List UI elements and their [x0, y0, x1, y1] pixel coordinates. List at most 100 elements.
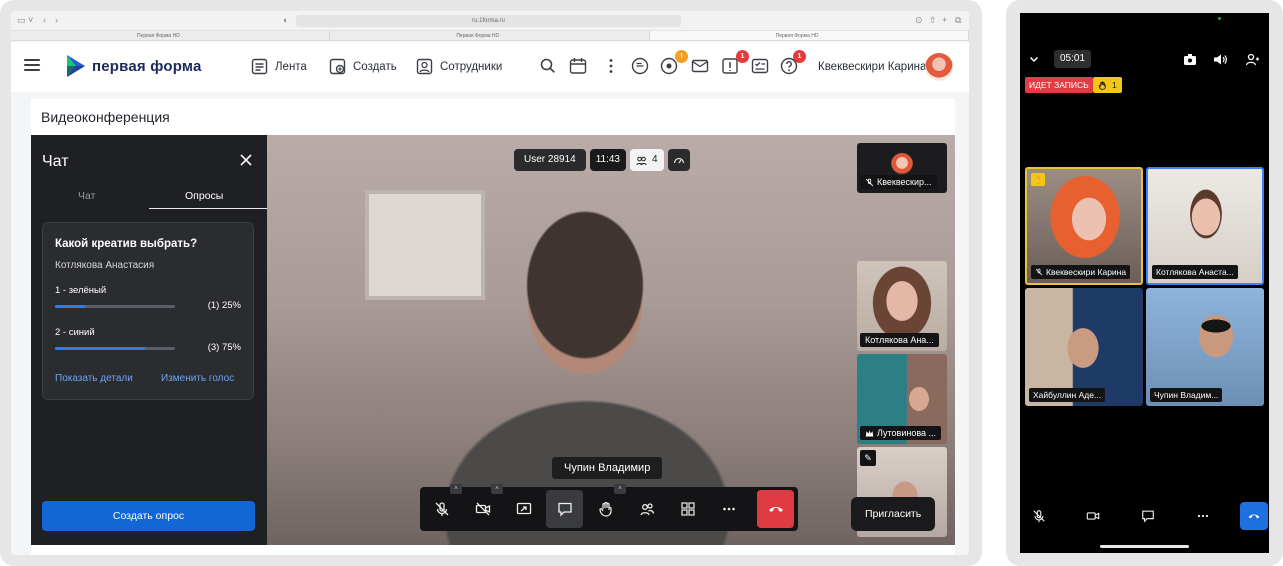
participants-icon: [636, 156, 647, 165]
poll-card: Какой креатив выбрать? Котлякова Анастас…: [42, 222, 254, 400]
call-toolbar: ˄ ˄ ˄: [420, 484, 798, 531]
mute-button[interactable]: [1025, 502, 1053, 530]
privacy-icon: ◐: [283, 15, 289, 25]
chat-icon[interactable]: [630, 56, 650, 76]
poll-option-fill: [55, 347, 145, 350]
tab-chat[interactable]: Чат: [78, 190, 95, 202]
participant-tile[interactable]: ✋ Квеквескири Карина: [1025, 167, 1143, 285]
chevron-up-icon[interactable]: ˄: [450, 484, 462, 494]
chevron-down-icon[interactable]: [1028, 53, 1040, 65]
phone-screen: 05:01 ИДЕТ ЗАПИСЬ 1 ✋ Квеквескири Карина…: [1020, 13, 1269, 553]
create-poll-button[interactable]: Создать опрос: [42, 501, 255, 531]
raise-hand-button[interactable]: ˄: [587, 484, 626, 528]
camera-button[interactable]: [1079, 502, 1107, 530]
avatar[interactable]: [925, 53, 953, 81]
poll-option-label: 1 - зелёный: [55, 285, 107, 296]
download-icon[interactable]: ⊙: [915, 15, 923, 26]
video-conference: Чат Чат Опросы Какой креатив выбрать? Ко…: [31, 135, 955, 545]
address-bar[interactable]: ru.1forma.ru: [296, 15, 681, 27]
participants-pill[interactable]: 4: [630, 149, 664, 171]
chevron-up-icon[interactable]: ˄: [614, 484, 626, 494]
current-user-name[interactable]: Квеквескири Карина: [818, 61, 926, 73]
switch-camera-icon[interactable]: [1183, 53, 1197, 66]
nav-employees[interactable]: Сотрудники: [416, 58, 502, 75]
participants-icon[interactable]: [1245, 53, 1259, 66]
chat-button[interactable]: [1134, 502, 1162, 530]
more-button[interactable]: [710, 490, 747, 528]
browser-tab[interactable]: Первая Форма HD: [649, 31, 969, 40]
hand-icon: [1098, 80, 1106, 90]
hang-up-icon: [1248, 514, 1260, 519]
activity-badge: !: [675, 50, 688, 63]
browser-tab[interactable]: Первая Форма HD: [11, 31, 331, 40]
participant-name: Квеквескири Карина: [1046, 267, 1127, 277]
app-header: первая форма Лента Создать Сотрудники !: [11, 42, 969, 92]
search-icon[interactable]: [538, 56, 558, 76]
participant-tile[interactable]: Котлякова Анаста...: [1146, 167, 1264, 285]
raised-hands-badge[interactable]: 1: [1093, 77, 1122, 93]
speaker-icon[interactable]: [1213, 53, 1227, 66]
participant-thumbnail[interactable]: Квеквескир...: [857, 143, 947, 193]
phone-device: 05:01 ИДЕТ ЗАПИСЬ 1 ✋ Квеквескири Карина…: [1006, 0, 1283, 566]
participant-tile[interactable]: Хайбуллин Аде...: [1025, 288, 1143, 406]
menu-icon[interactable]: [24, 59, 40, 71]
tasks-icon[interactable]: [750, 56, 770, 76]
brand-logo[interactable]: первая форма: [66, 54, 202, 78]
browser-tab[interactable]: Первая Форма HD: [330, 31, 650, 40]
poll-author: Котлякова Анастасия: [55, 260, 155, 271]
change-vote-link[interactable]: Изменить голос: [161, 373, 234, 384]
calendar-icon[interactable]: [568, 56, 588, 76]
connection-pill[interactable]: [667, 149, 690, 171]
mute-button[interactable]: ˄: [423, 484, 462, 528]
end-call-button[interactable]: [1240, 502, 1268, 530]
call-timer: 11:43: [589, 149, 626, 171]
new-tab-icon[interactable]: +: [942, 15, 947, 25]
page-title: Видеоконференция: [41, 109, 170, 125]
invite-button[interactable]: Пригласить: [851, 497, 936, 531]
show-details-link[interactable]: Показать детали: [55, 373, 133, 384]
chat-panel: Чат Чат Опросы Какой креатив выбрать? Ко…: [31, 135, 267, 545]
chat-toggle-button[interactable]: [546, 490, 583, 528]
mic-off-icon: [1035, 268, 1043, 276]
feed-icon: [251, 58, 268, 75]
participants-button[interactable]: [628, 490, 665, 528]
end-call-button[interactable]: [757, 490, 794, 528]
background-window: [365, 190, 485, 300]
desktop-device: ▭ ˅ ‹ › ◐ ru.1forma.ru ⊙ ⇧ + ⧉ Первая Фо…: [0, 0, 982, 566]
screen-share-button[interactable]: [505, 490, 542, 528]
hang-up-icon: [768, 507, 783, 512]
forward-icon[interactable]: ›: [55, 15, 58, 25]
pin-icon[interactable]: ✎: [860, 450, 876, 466]
crown-icon: [865, 430, 874, 436]
nav-feed-label: Лента: [275, 60, 307, 73]
camera-button[interactable]: ˄: [464, 484, 503, 528]
browser-tabs: Первая Форма HD Первая Форма HD Первая Ф…: [11, 31, 969, 41]
participant-tile[interactable]: Чупин Владим...: [1146, 288, 1264, 406]
sidebar-toggle-icon[interactable]: ▭ ˅: [17, 15, 33, 26]
participant-thumbnail[interactable]: Котлякова Ана...: [857, 261, 947, 351]
tab-polls[interactable]: Опросы: [185, 190, 223, 202]
more-vertical-icon[interactable]: [601, 56, 621, 76]
brand-name: первая форма: [92, 57, 202, 75]
notifications-badge: 1: [736, 50, 749, 63]
avatar: [891, 153, 913, 175]
share-icon[interactable]: ⇧: [929, 15, 937, 26]
desktop-screen: ▭ ˅ ‹ › ◐ ru.1forma.ru ⊙ ⇧ + ⧉ Первая Фо…: [11, 11, 969, 555]
mail-icon[interactable]: [690, 56, 710, 76]
back-icon[interactable]: ‹: [43, 15, 46, 25]
camera-icon: [1086, 512, 1100, 520]
chevron-up-icon[interactable]: ˄: [491, 484, 503, 494]
tile-label: Хайбуллин Аде...: [1029, 388, 1106, 402]
nav-feed[interactable]: Лента: [251, 58, 307, 75]
nav-create-label: Создать: [353, 60, 397, 73]
help-icon[interactable]: [779, 56, 799, 76]
create-icon: [329, 58, 346, 75]
more-button[interactable]: [1189, 502, 1217, 530]
layout-button[interactable]: [669, 490, 706, 528]
close-icon[interactable]: [239, 153, 253, 167]
user-pill: User 28914: [514, 149, 586, 171]
hand-icon: [598, 501, 612, 517]
tab-overview-icon[interactable]: ⧉: [955, 15, 961, 26]
nav-create[interactable]: Создать: [329, 58, 397, 75]
participant-thumbnail[interactable]: Лутовинова ...: [857, 354, 947, 444]
